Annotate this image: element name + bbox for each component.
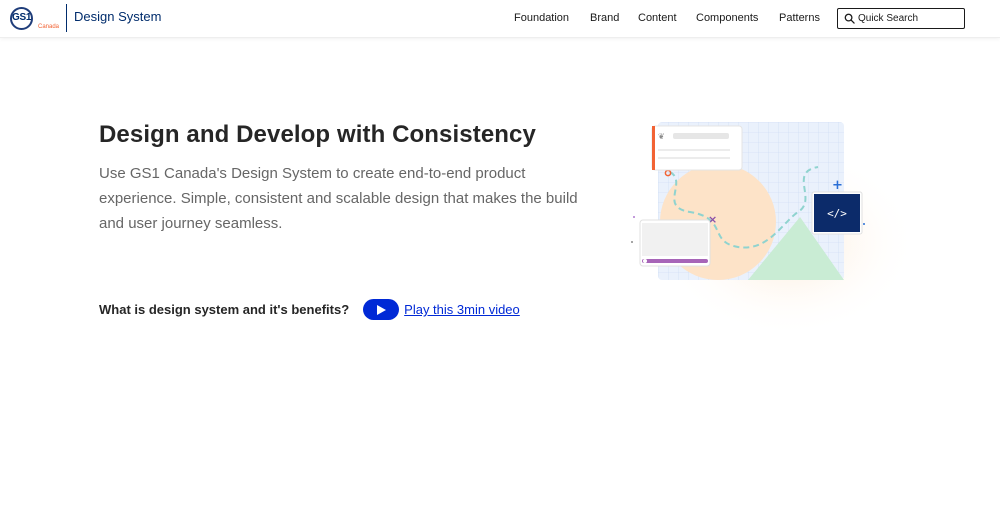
site-title[interactable]: Design System bbox=[74, 9, 161, 24]
dot-decoration bbox=[631, 241, 633, 243]
dot-decoration bbox=[633, 216, 635, 218]
play-video-link[interactable]: Play this 3min video bbox=[404, 302, 520, 317]
nav-item-components[interactable]: Components bbox=[696, 12, 758, 24]
nav-item-patterns[interactable]: Patterns bbox=[779, 12, 820, 24]
nav-item-foundation[interactable]: Foundation bbox=[514, 12, 569, 24]
video-question: What is design system and it's benefits? bbox=[99, 302, 350, 317]
hero-description: Use GS1 Canada's Design System to create… bbox=[99, 165, 578, 232]
gs1-canada-logo[interactable]: GS1 Canada bbox=[8, 4, 62, 34]
quick-search-button[interactable]: Quick Search bbox=[837, 8, 965, 29]
quick-search-label: Quick Search bbox=[858, 13, 919, 24]
bottom-card bbox=[639, 219, 711, 267]
search-icon bbox=[844, 13, 855, 24]
video-row: What is design system and it's benefits?… bbox=[99, 299, 520, 320]
hero-illustration: × + ❦ </> bbox=[631, 122, 918, 337]
hero-title: Design and Develop with Consistency bbox=[99, 121, 536, 148]
play-icon bbox=[377, 304, 387, 315]
code-card: </> bbox=[811, 191, 863, 235]
logo-country: Canada bbox=[38, 24, 60, 30]
play-video-button[interactable] bbox=[363, 299, 400, 320]
nav-item-brand[interactable]: Brand bbox=[590, 12, 619, 24]
plus-mark-icon: + bbox=[832, 178, 843, 193]
svg-text:❦: ❦ bbox=[658, 132, 665, 141]
dot-decoration bbox=[863, 223, 865, 225]
site-header: GS1 Canada Design System Foundation Bran… bbox=[0, 0, 1000, 38]
top-card: ❦ bbox=[651, 125, 743, 171]
nav-item-content[interactable]: Content bbox=[638, 12, 677, 24]
code-glyph: </> bbox=[827, 207, 847, 220]
logo-brand: GS1 bbox=[12, 12, 32, 23]
header-divider bbox=[66, 4, 67, 32]
